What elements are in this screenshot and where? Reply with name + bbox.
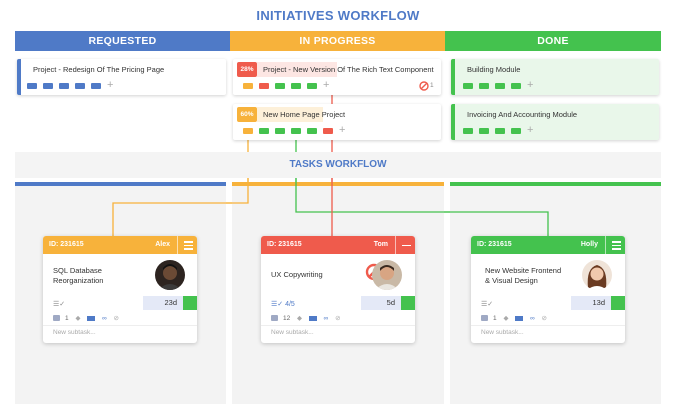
task-card[interactable]: ID: 231615 Alex SQL Database Reorganizati… xyxy=(43,236,197,343)
task-meta: 1 ◆ ∞ ⊘ xyxy=(53,314,124,322)
progress-badge: 28% xyxy=(237,62,257,77)
initiative-card[interactable]: 28% Project - New Version Of The Rich Te… xyxy=(233,59,441,95)
comment-icon xyxy=(271,315,278,321)
card-icon xyxy=(87,315,96,321)
new-subtask-input[interactable]: New subtask... xyxy=(481,329,524,336)
initiative-title: Building Module xyxy=(467,65,521,74)
new-subtask-input[interactable]: New subtask... xyxy=(271,329,314,336)
task-id: ID: 231615 xyxy=(267,241,302,248)
attachment-icon: ⊘ xyxy=(113,315,119,322)
checklist-icon: ☰✓ xyxy=(53,301,66,308)
task-meta: 12 ◆ ∞ ⊘ xyxy=(271,314,346,322)
task-assignee: Holly xyxy=(580,241,598,248)
status-square xyxy=(611,296,625,310)
task-days: 5d xyxy=(361,296,401,310)
task-id: ID: 231615 xyxy=(477,241,512,248)
task-id: ID: 231615 xyxy=(49,241,84,248)
collapse-icon[interactable] xyxy=(395,236,415,254)
task-meta: 1 ◆ ∞ ⊘ xyxy=(481,314,552,322)
tag-icon: ◆ xyxy=(75,315,81,322)
link-icon: ∞ xyxy=(102,314,107,322)
initiative-card[interactable]: 60% New Home Page Project + xyxy=(233,104,441,140)
tag-icon: ◆ xyxy=(297,315,303,322)
avatar xyxy=(372,260,402,290)
attachment-icon: ⊘ xyxy=(335,315,341,322)
task-card[interactable]: ID: 231615 Holly New Website Frontend & V… xyxy=(471,236,625,343)
initiative-card[interactable]: Project - Redesign Of The Pricing Page + xyxy=(17,59,226,95)
link-icon: ∞ xyxy=(323,314,329,322)
add-icon[interactable]: + xyxy=(527,79,533,91)
tasks-title: TASKS WORKFLOW xyxy=(289,159,387,170)
avatar xyxy=(155,260,185,290)
task-title: UX Copywriting xyxy=(271,270,323,279)
add-icon[interactable]: + xyxy=(323,79,329,91)
initiative-title: Project - Redesign Of The Pricing Page xyxy=(33,65,165,74)
initiative-card[interactable]: Building Module + xyxy=(451,59,659,95)
card-icon xyxy=(308,315,317,321)
initiative-title: New Home Page Project xyxy=(263,110,346,119)
task-assignee: Alex xyxy=(155,241,170,248)
attachment-icon: ⊘ xyxy=(541,315,547,322)
task-days: 23d xyxy=(143,296,183,310)
blocked-count: 1 xyxy=(430,82,434,89)
new-subtask-input[interactable]: New subtask... xyxy=(53,329,96,336)
link-icon: ∞ xyxy=(530,314,535,322)
task-title: New Website Frontend & Visual Design xyxy=(485,266,562,285)
task-days: 13d xyxy=(571,296,611,310)
task-assignee: Tom xyxy=(373,241,388,248)
add-icon[interactable]: + xyxy=(107,79,113,91)
tag-icon: ◆ xyxy=(503,315,509,322)
card-icon xyxy=(515,315,524,321)
menu-icon[interactable] xyxy=(177,236,197,254)
add-icon[interactable]: + xyxy=(527,124,533,136)
avatar xyxy=(582,260,612,290)
checklist-icon: ☰✓ xyxy=(481,301,494,308)
initiative-card[interactable]: Invoicing And Accounting Module + xyxy=(451,104,659,140)
initiative-title: Project - New Version Of The Rich Text C… xyxy=(263,65,434,74)
menu-icon[interactable] xyxy=(605,236,625,254)
connector-lines-lower xyxy=(112,178,549,238)
blocked-icon xyxy=(419,81,429,91)
task-card[interactable]: ID: 231615 Tom UX Copywriting ☰✓ 4/5 5d … xyxy=(261,236,415,343)
checklist-progress: ☰✓ 4/5 xyxy=(271,301,295,308)
comment-icon xyxy=(481,315,488,321)
progress-badge: 60% xyxy=(237,107,257,122)
status-square xyxy=(401,296,415,310)
status-square xyxy=(183,296,197,310)
initiative-title: Invoicing And Accounting Module xyxy=(467,110,578,119)
comment-icon xyxy=(53,315,60,321)
add-icon[interactable]: + xyxy=(339,124,345,136)
task-title: SQL Database Reorganization xyxy=(53,266,104,285)
